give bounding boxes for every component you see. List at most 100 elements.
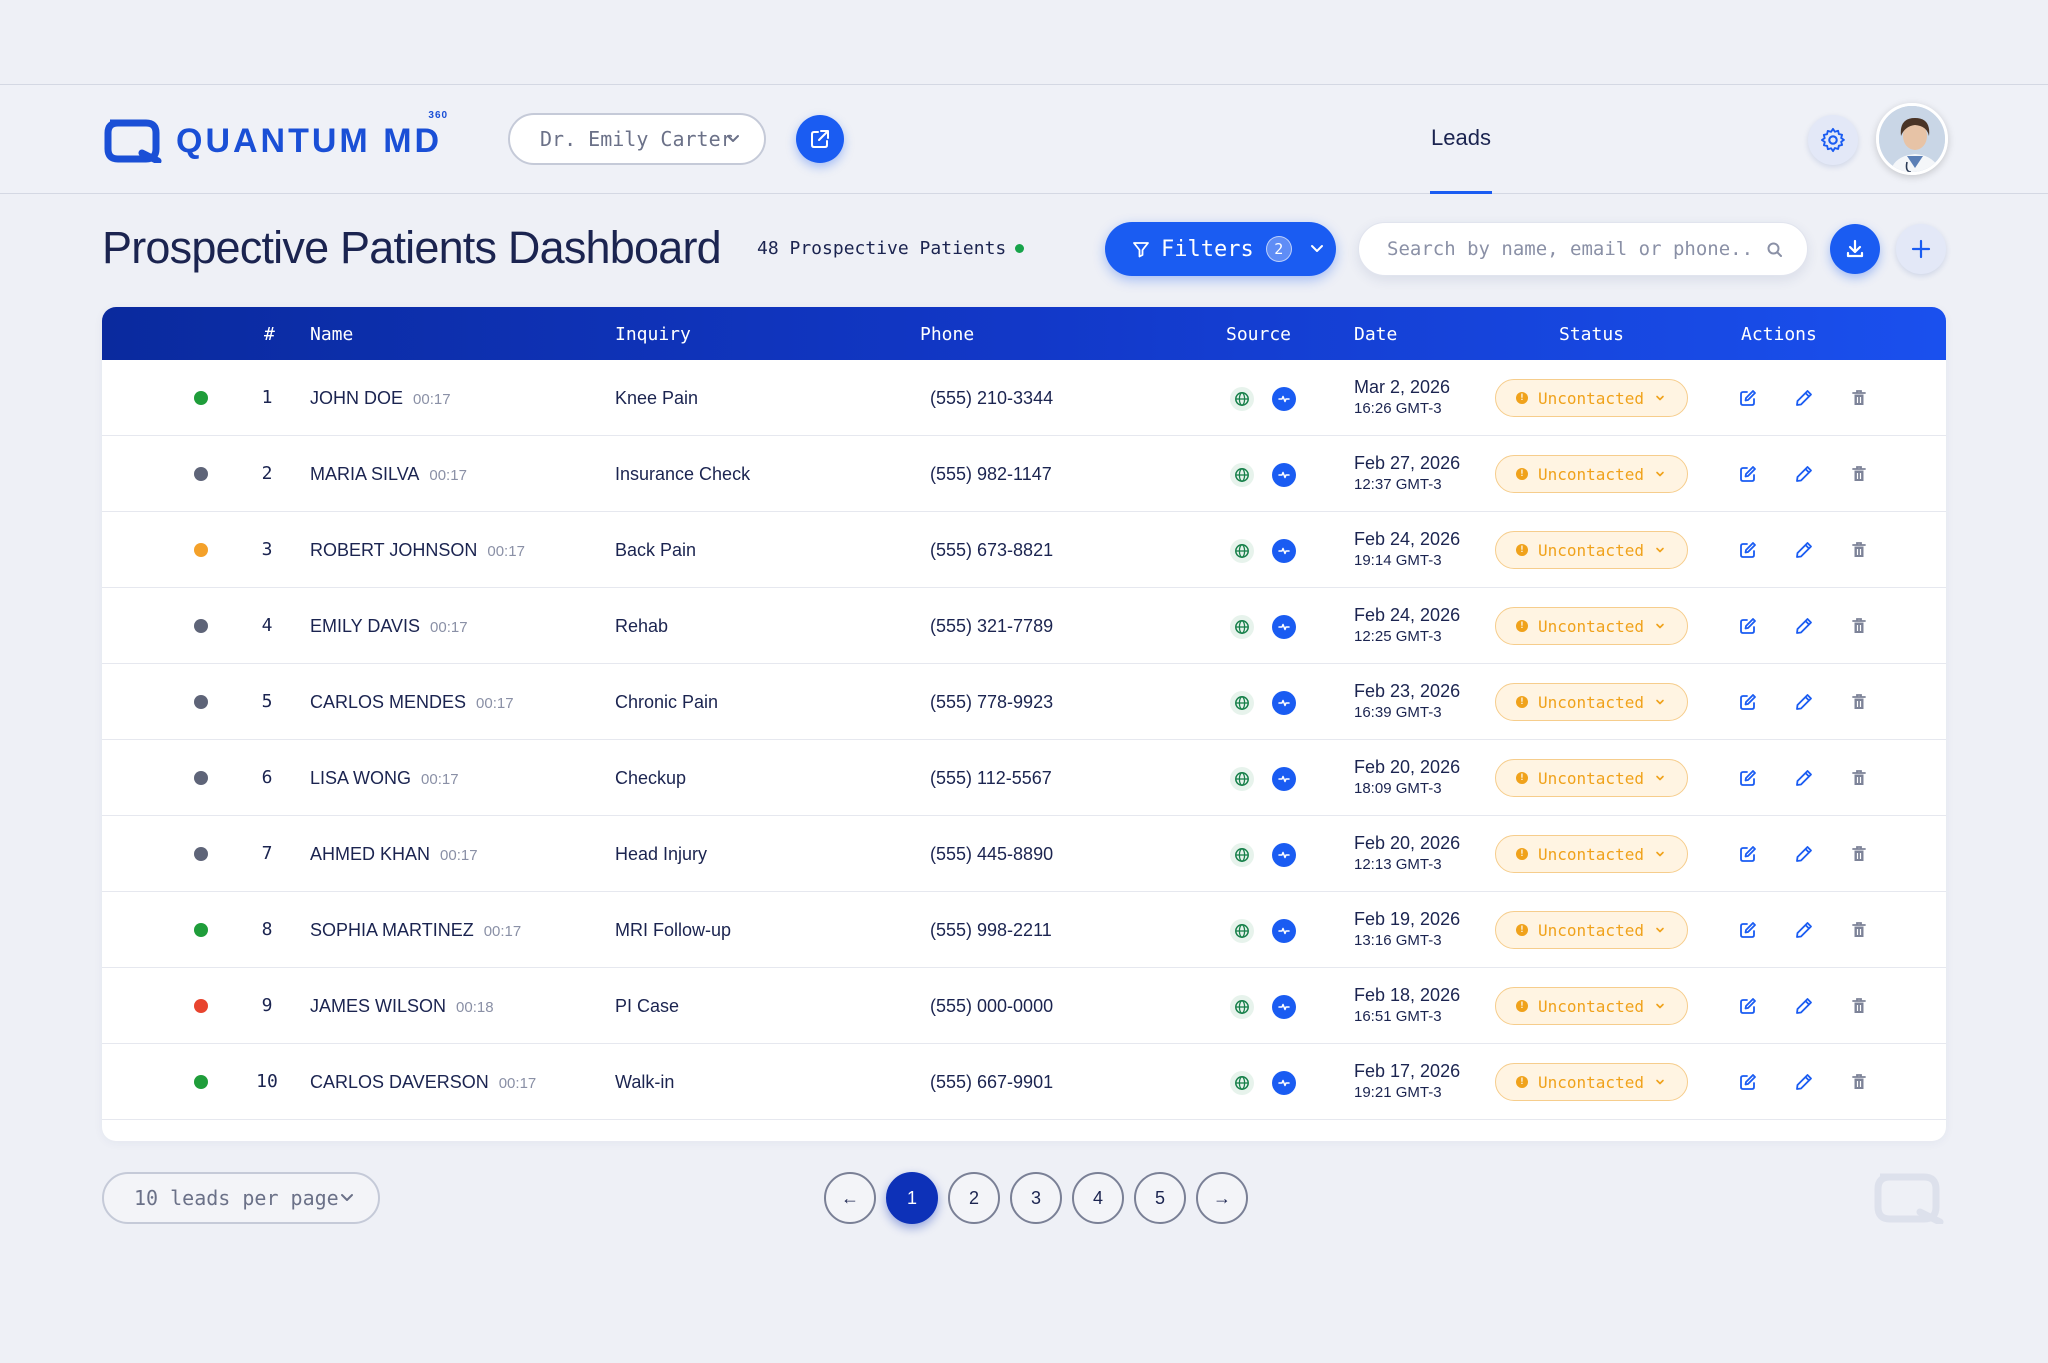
trash-icon[interactable] — [1850, 388, 1868, 413]
column-header-inquiry[interactable]: Inquiry — [615, 324, 691, 345]
edit-note-icon[interactable] — [1738, 692, 1758, 717]
table-row[interactable]: 2 MARIA SILVA 00:17 Insurance Check (555) 98… — [102, 436, 1946, 512]
table-row[interactable]: 9 JAMES WILSON 00:18 PI Case (555) 000-0000 F… — [102, 968, 1946, 1044]
edit-note-icon[interactable] — [1738, 768, 1758, 793]
page-button-2[interactable]: 2 — [948, 1172, 1000, 1224]
next-page-button[interactable]: → — [1196, 1172, 1248, 1224]
status-dropdown[interactable]: ! Uncontacted — [1495, 531, 1688, 569]
brand-logo[interactable]: QUANTUM MD 360 — [102, 109, 449, 165]
status-dropdown[interactable]: ! Uncontacted — [1495, 455, 1688, 493]
pencil-icon[interactable] — [1794, 388, 1814, 413]
pencil-icon[interactable] — [1794, 540, 1814, 565]
prev-page-button[interactable]: ← — [824, 1172, 876, 1224]
pencil-icon[interactable] — [1794, 616, 1814, 641]
table-row[interactable]: 1 JOHN DOE 00:17 Knee Pain (555) 210-3344 Mar… — [102, 360, 1946, 436]
table-row[interactable]: 3 ROBERT JOHNSON 00:17 Back Pain (555) 673-8… — [102, 512, 1946, 588]
status-dropdown[interactable]: ! Uncontacted — [1495, 379, 1688, 417]
column-header-status[interactable]: Status — [1559, 324, 1624, 345]
pencil-icon[interactable] — [1794, 920, 1814, 945]
trash-icon[interactable] — [1850, 920, 1868, 945]
trash-icon[interactable] — [1850, 540, 1868, 565]
trash-icon[interactable] — [1850, 996, 1868, 1021]
search-icon[interactable] — [1765, 240, 1785, 260]
lead-date: Feb 19, 2026 13:16 GMT-3 — [1354, 910, 1460, 948]
column-header-date[interactable]: Date — [1354, 324, 1397, 345]
download-button[interactable] — [1830, 224, 1880, 274]
brand-wordmark: QUANTUM MD 360 — [176, 109, 449, 160]
page-button-5[interactable]: 5 — [1134, 1172, 1186, 1224]
status-dropdown[interactable]: ! Uncontacted — [1495, 683, 1688, 721]
lead-phone[interactable]: (555) 210-3344 — [930, 388, 1053, 409]
open-external-button[interactable] — [796, 115, 844, 163]
trash-icon[interactable] — [1850, 692, 1868, 717]
lead-name[interactable]: ROBERT JOHNSON 00:17 — [310, 540, 525, 561]
trash-icon[interactable] — [1850, 768, 1868, 793]
column-header-source[interactable]: Source — [1226, 324, 1291, 345]
page-button-4[interactable]: 4 — [1072, 1172, 1124, 1224]
trash-icon[interactable] — [1850, 616, 1868, 641]
column-header-name[interactable]: Name — [310, 324, 353, 345]
per-page-select[interactable]: 10 leads per page — [102, 1172, 380, 1224]
lead-phone[interactable]: (555) 321-7789 — [930, 616, 1053, 637]
filters-button[interactable]: Filters 2 — [1105, 222, 1336, 276]
lead-name[interactable]: CARLOS MENDES 00:17 — [310, 692, 514, 713]
lead-phone[interactable]: (555) 445-8890 — [930, 844, 1053, 865]
status-dropdown[interactable]: ! Uncontacted — [1495, 1063, 1688, 1101]
lead-name[interactable]: JAMES WILSON 00:18 — [310, 996, 494, 1017]
settings-button[interactable] — [1808, 115, 1858, 165]
edit-note-icon[interactable] — [1738, 920, 1758, 945]
page-button-1[interactable]: 1 — [886, 1172, 938, 1224]
table-row[interactable]: 10 CARLOS DAVERSON 00:17 Walk-in (555) 667-9… — [102, 1044, 1946, 1120]
pencil-icon[interactable] — [1794, 464, 1814, 489]
lead-phone[interactable]: (555) 998-2211 — [930, 920, 1052, 941]
status-dropdown[interactable]: ! Uncontacted — [1495, 835, 1688, 873]
globe-icon — [1230, 1071, 1254, 1095]
table-row[interactable]: 5 CARLOS MENDES 00:17 Chronic Pain (555) 778… — [102, 664, 1946, 740]
pencil-icon[interactable] — [1794, 692, 1814, 717]
edit-note-icon[interactable] — [1738, 388, 1758, 413]
doctor-select[interactable]: Dr. Emily Carter — [508, 113, 766, 165]
lead-phone[interactable]: (555) 000-0000 — [930, 996, 1053, 1017]
add-lead-button[interactable] — [1896, 224, 1946, 274]
edit-note-icon[interactable] — [1738, 1072, 1758, 1097]
lead-name[interactable]: CARLOS DAVERSON 00:17 — [310, 1072, 536, 1093]
status-dropdown[interactable]: ! Uncontacted — [1495, 987, 1688, 1025]
lead-name[interactable]: LISA WONG 00:17 — [310, 768, 459, 789]
table-row[interactable]: 6 LISA WONG 00:17 Checkup (555) 112-5567 Feb … — [102, 740, 1946, 816]
user-avatar[interactable] — [1876, 103, 1948, 175]
lead-name[interactable]: SOPHIA MARTINEZ 00:17 — [310, 920, 521, 941]
lead-name[interactable]: MARIA SILVA 00:17 — [310, 464, 467, 485]
edit-note-icon[interactable] — [1738, 540, 1758, 565]
lead-phone[interactable]: (555) 778-9923 — [930, 692, 1053, 713]
table-row[interactable]: 7 AHMED KHAN 00:17 Head Injury (555) 445-889… — [102, 816, 1946, 892]
table-row[interactable]: 4 EMILY DAVIS 00:17 Rehab (555) 321-7789 Feb … — [102, 588, 1946, 664]
edit-note-icon[interactable] — [1738, 996, 1758, 1021]
tab-leads[interactable]: Leads — [1430, 85, 1492, 194]
trash-icon[interactable] — [1850, 464, 1868, 489]
page-button-3[interactable]: 3 — [1010, 1172, 1062, 1224]
lead-phone[interactable]: (555) 673-8821 — [930, 540, 1053, 561]
lead-name[interactable]: EMILY DAVIS 00:17 — [310, 616, 468, 637]
edit-note-icon[interactable] — [1738, 616, 1758, 641]
pencil-icon[interactable] — [1794, 996, 1814, 1021]
phone-call-icon — [1272, 463, 1296, 487]
lead-name[interactable]: AHMED KHAN 00:17 — [310, 844, 478, 865]
lead-name[interactable]: JOHN DOE 00:17 — [310, 388, 451, 409]
edit-note-icon[interactable] — [1738, 464, 1758, 489]
search-input[interactable] — [1387, 238, 1757, 260]
trash-icon[interactable] — [1850, 844, 1868, 869]
status-dropdown[interactable]: ! Uncontacted — [1495, 911, 1688, 949]
pencil-icon[interactable] — [1794, 1072, 1814, 1097]
status-dropdown[interactable]: ! Uncontacted — [1495, 607, 1688, 645]
trash-icon[interactable] — [1850, 1072, 1868, 1097]
column-header-phone[interactable]: Phone — [920, 324, 974, 345]
pencil-icon[interactable] — [1794, 844, 1814, 869]
lead-phone[interactable]: (555) 112-5567 — [930, 768, 1052, 789]
patient-count: 48 Prospective Patients — [757, 238, 1007, 259]
lead-phone[interactable]: (555) 667-9901 — [930, 1072, 1053, 1093]
pencil-icon[interactable] — [1794, 768, 1814, 793]
lead-phone[interactable]: (555) 982-1147 — [930, 464, 1052, 485]
table-row[interactable]: 8 SOPHIA MARTINEZ 00:17 MRI Follow-up (555) … — [102, 892, 1946, 968]
status-dropdown[interactable]: ! Uncontacted — [1495, 759, 1688, 797]
edit-note-icon[interactable] — [1738, 844, 1758, 869]
